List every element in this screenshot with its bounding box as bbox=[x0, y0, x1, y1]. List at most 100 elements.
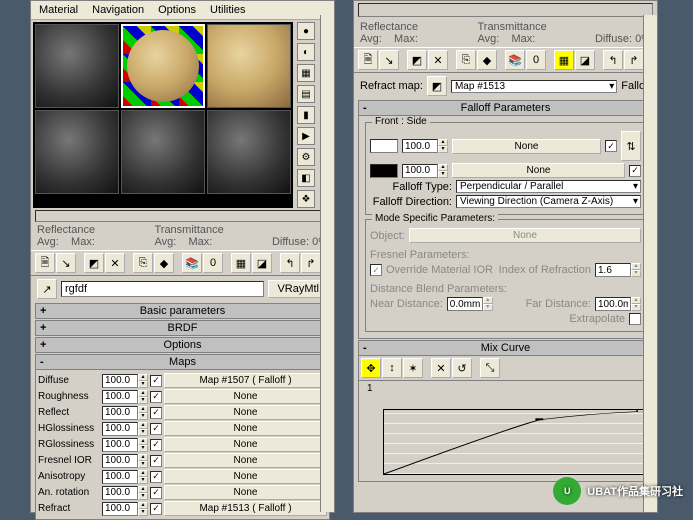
map-slot-button[interactable]: None bbox=[164, 469, 327, 484]
select-by-material-icon[interactable]: ◧ bbox=[297, 169, 315, 187]
map-slot-button[interactable]: None bbox=[164, 485, 327, 500]
pick-material-icon[interactable]: ↗ bbox=[37, 279, 57, 299]
show-in-viewport-icon[interactable]: ▦ bbox=[231, 253, 251, 273]
assign-icon[interactable]: ◩ bbox=[407, 50, 427, 70]
map-on-check[interactable]: ✓ bbox=[150, 391, 162, 403]
go-forward-icon[interactable]: ↱ bbox=[301, 253, 321, 273]
map-amount-input[interactable] bbox=[102, 422, 138, 436]
menu-utilities[interactable]: Utilities bbox=[210, 4, 245, 16]
assign-to-selection-icon[interactable]: ◩ bbox=[84, 253, 104, 273]
material-id-icon[interactable]: 0 bbox=[203, 253, 223, 273]
map-amount-input[interactable] bbox=[102, 502, 138, 516]
falloff-amt-1[interactable] bbox=[402, 139, 438, 153]
scale-point-icon[interactable]: ↕ bbox=[382, 358, 402, 378]
swap-colors-icon[interactable]: ⇅ bbox=[621, 131, 641, 161]
menu-options[interactable]: Options bbox=[158, 4, 196, 16]
rollout-mix-curve[interactable]: -Mix Curve bbox=[358, 340, 653, 356]
map-on-check[interactable]: ✓ bbox=[150, 423, 162, 435]
show-in-viewport-icon[interactable]: ▦ bbox=[554, 50, 574, 70]
map-slot-button[interactable]: None bbox=[164, 421, 327, 436]
sample-type-icon[interactable]: ● bbox=[297, 22, 315, 40]
map-on-check[interactable]: ✓ bbox=[150, 407, 162, 419]
show-end-result-icon[interactable]: ◪ bbox=[252, 253, 272, 273]
make-copy-icon[interactable]: ⎘ bbox=[133, 253, 153, 273]
reset-curve-icon[interactable]: ↺ bbox=[452, 358, 472, 378]
background-icon[interactable]: ▦ bbox=[297, 64, 315, 82]
move-point-icon[interactable]: ✥ bbox=[361, 358, 381, 378]
falloff-map-2-button[interactable]: None bbox=[452, 163, 625, 178]
color-swatch-2[interactable] bbox=[370, 164, 398, 178]
copy-icon[interactable]: ⎘ bbox=[456, 50, 476, 70]
put-to-scene-icon[interactable]: ↘ bbox=[379, 50, 399, 70]
options-icon[interactable]: ⚙ bbox=[297, 148, 315, 166]
put-to-library-icon[interactable]: 📚 bbox=[182, 253, 202, 273]
map-slot-button[interactable]: None bbox=[164, 389, 327, 404]
slot-scrollbar-h-2[interactable] bbox=[358, 3, 653, 17]
map-amount-input[interactable] bbox=[102, 406, 138, 420]
map-on-check[interactable]: ✓ bbox=[150, 487, 162, 499]
map-amount-input[interactable] bbox=[102, 390, 138, 404]
falloff-map-1-on[interactable]: ✓ bbox=[605, 140, 617, 152]
get-material-icon[interactable]: 🗎 bbox=[358, 50, 378, 70]
panel-scrollbar-v[interactable] bbox=[320, 15, 334, 512]
rollout-brdf[interactable]: +BRDF bbox=[35, 320, 330, 336]
material-slot-4[interactable] bbox=[35, 110, 119, 194]
map-slot-button[interactable]: None bbox=[164, 405, 327, 420]
map-on-check[interactable]: ✓ bbox=[150, 439, 162, 451]
material-slot-6[interactable] bbox=[207, 110, 291, 194]
falloff-map-2-on[interactable]: ✓ bbox=[629, 165, 641, 177]
forward-icon[interactable]: ↱ bbox=[624, 50, 644, 70]
material-slot-1[interactable] bbox=[35, 24, 119, 108]
slot-scrollbar-h[interactable] bbox=[35, 210, 330, 222]
map-slot-button[interactable]: None bbox=[164, 453, 327, 468]
put-to-scene-icon[interactable]: ↘ bbox=[56, 253, 76, 273]
tangent-type-icon[interactable]: ⤡ bbox=[480, 358, 500, 378]
falloff-amt-2[interactable] bbox=[402, 164, 438, 178]
material-slot-3[interactable] bbox=[207, 24, 291, 108]
falloff-map-1-button[interactable]: None bbox=[452, 139, 601, 154]
rollout-basic[interactable]: +Basic parameters bbox=[35, 303, 330, 319]
map-slot-button[interactable]: Map #1513 ( Falloff ) bbox=[164, 501, 327, 516]
refract-swatch-icon[interactable]: ◩ bbox=[427, 76, 447, 96]
id-icon[interactable]: 0 bbox=[526, 50, 546, 70]
material-slot-5[interactable] bbox=[121, 110, 205, 194]
backlight-icon[interactable]: ◐ bbox=[297, 43, 315, 61]
map-amount-input[interactable] bbox=[102, 470, 138, 484]
color-swatch-1[interactable] bbox=[370, 139, 398, 153]
end-result-icon[interactable]: ◪ bbox=[575, 50, 595, 70]
library-icon[interactable]: 📚 bbox=[505, 50, 525, 70]
map-on-check[interactable]: ✓ bbox=[150, 455, 162, 467]
map-amount-input[interactable] bbox=[102, 438, 138, 452]
material-slot-2[interactable] bbox=[121, 24, 205, 108]
unique-icon[interactable]: ◆ bbox=[477, 50, 497, 70]
delete-point-icon[interactable]: ✕ bbox=[431, 358, 451, 378]
map-amount-input[interactable] bbox=[102, 486, 138, 500]
material-name-input[interactable] bbox=[61, 281, 264, 297]
rollout-options[interactable]: +Options bbox=[35, 337, 330, 353]
map-amount-input[interactable] bbox=[102, 374, 138, 388]
rollout-maps[interactable]: -Maps bbox=[35, 354, 330, 370]
map-on-check[interactable]: ✓ bbox=[150, 471, 162, 483]
falloff-direction-select[interactable]: Viewing Direction (Camera Z-Axis) bbox=[456, 195, 641, 208]
video-color-icon[interactable]: ▮ bbox=[297, 106, 315, 124]
rollout-falloff-params[interactable]: -Falloff Parameters bbox=[358, 100, 653, 116]
material-map-nav-icon[interactable]: ❖ bbox=[297, 190, 315, 208]
map-on-check[interactable]: ✓ bbox=[150, 375, 162, 387]
reset-icon[interactable]: ✕ bbox=[428, 50, 448, 70]
add-point-icon[interactable]: ✶ bbox=[403, 358, 423, 378]
go-to-parent-icon[interactable]: ↰ bbox=[280, 253, 300, 273]
refract-map-select[interactable]: Map #1513 bbox=[451, 80, 617, 93]
mix-curve-graph[interactable] bbox=[383, 409, 646, 475]
make-preview-icon[interactable]: ▶ bbox=[297, 127, 315, 145]
make-unique-icon[interactable]: ◆ bbox=[154, 253, 174, 273]
falloff-type-select[interactable]: Perpendicular / Parallel bbox=[456, 180, 641, 193]
sample-uv-icon[interactable]: ▤ bbox=[297, 85, 315, 103]
reset-map-icon[interactable]: ✕ bbox=[105, 253, 125, 273]
menu-material[interactable]: Material bbox=[39, 4, 78, 16]
panel-scrollbar-v-2[interactable] bbox=[643, 15, 657, 512]
map-slot-button[interactable]: None bbox=[164, 437, 327, 452]
map-slot-button[interactable]: Map #1507 ( Falloff ) bbox=[164, 373, 327, 388]
map-amount-input[interactable] bbox=[102, 454, 138, 468]
parent-icon[interactable]: ↰ bbox=[603, 50, 623, 70]
get-material-icon[interactable]: 🗎 bbox=[35, 253, 55, 273]
